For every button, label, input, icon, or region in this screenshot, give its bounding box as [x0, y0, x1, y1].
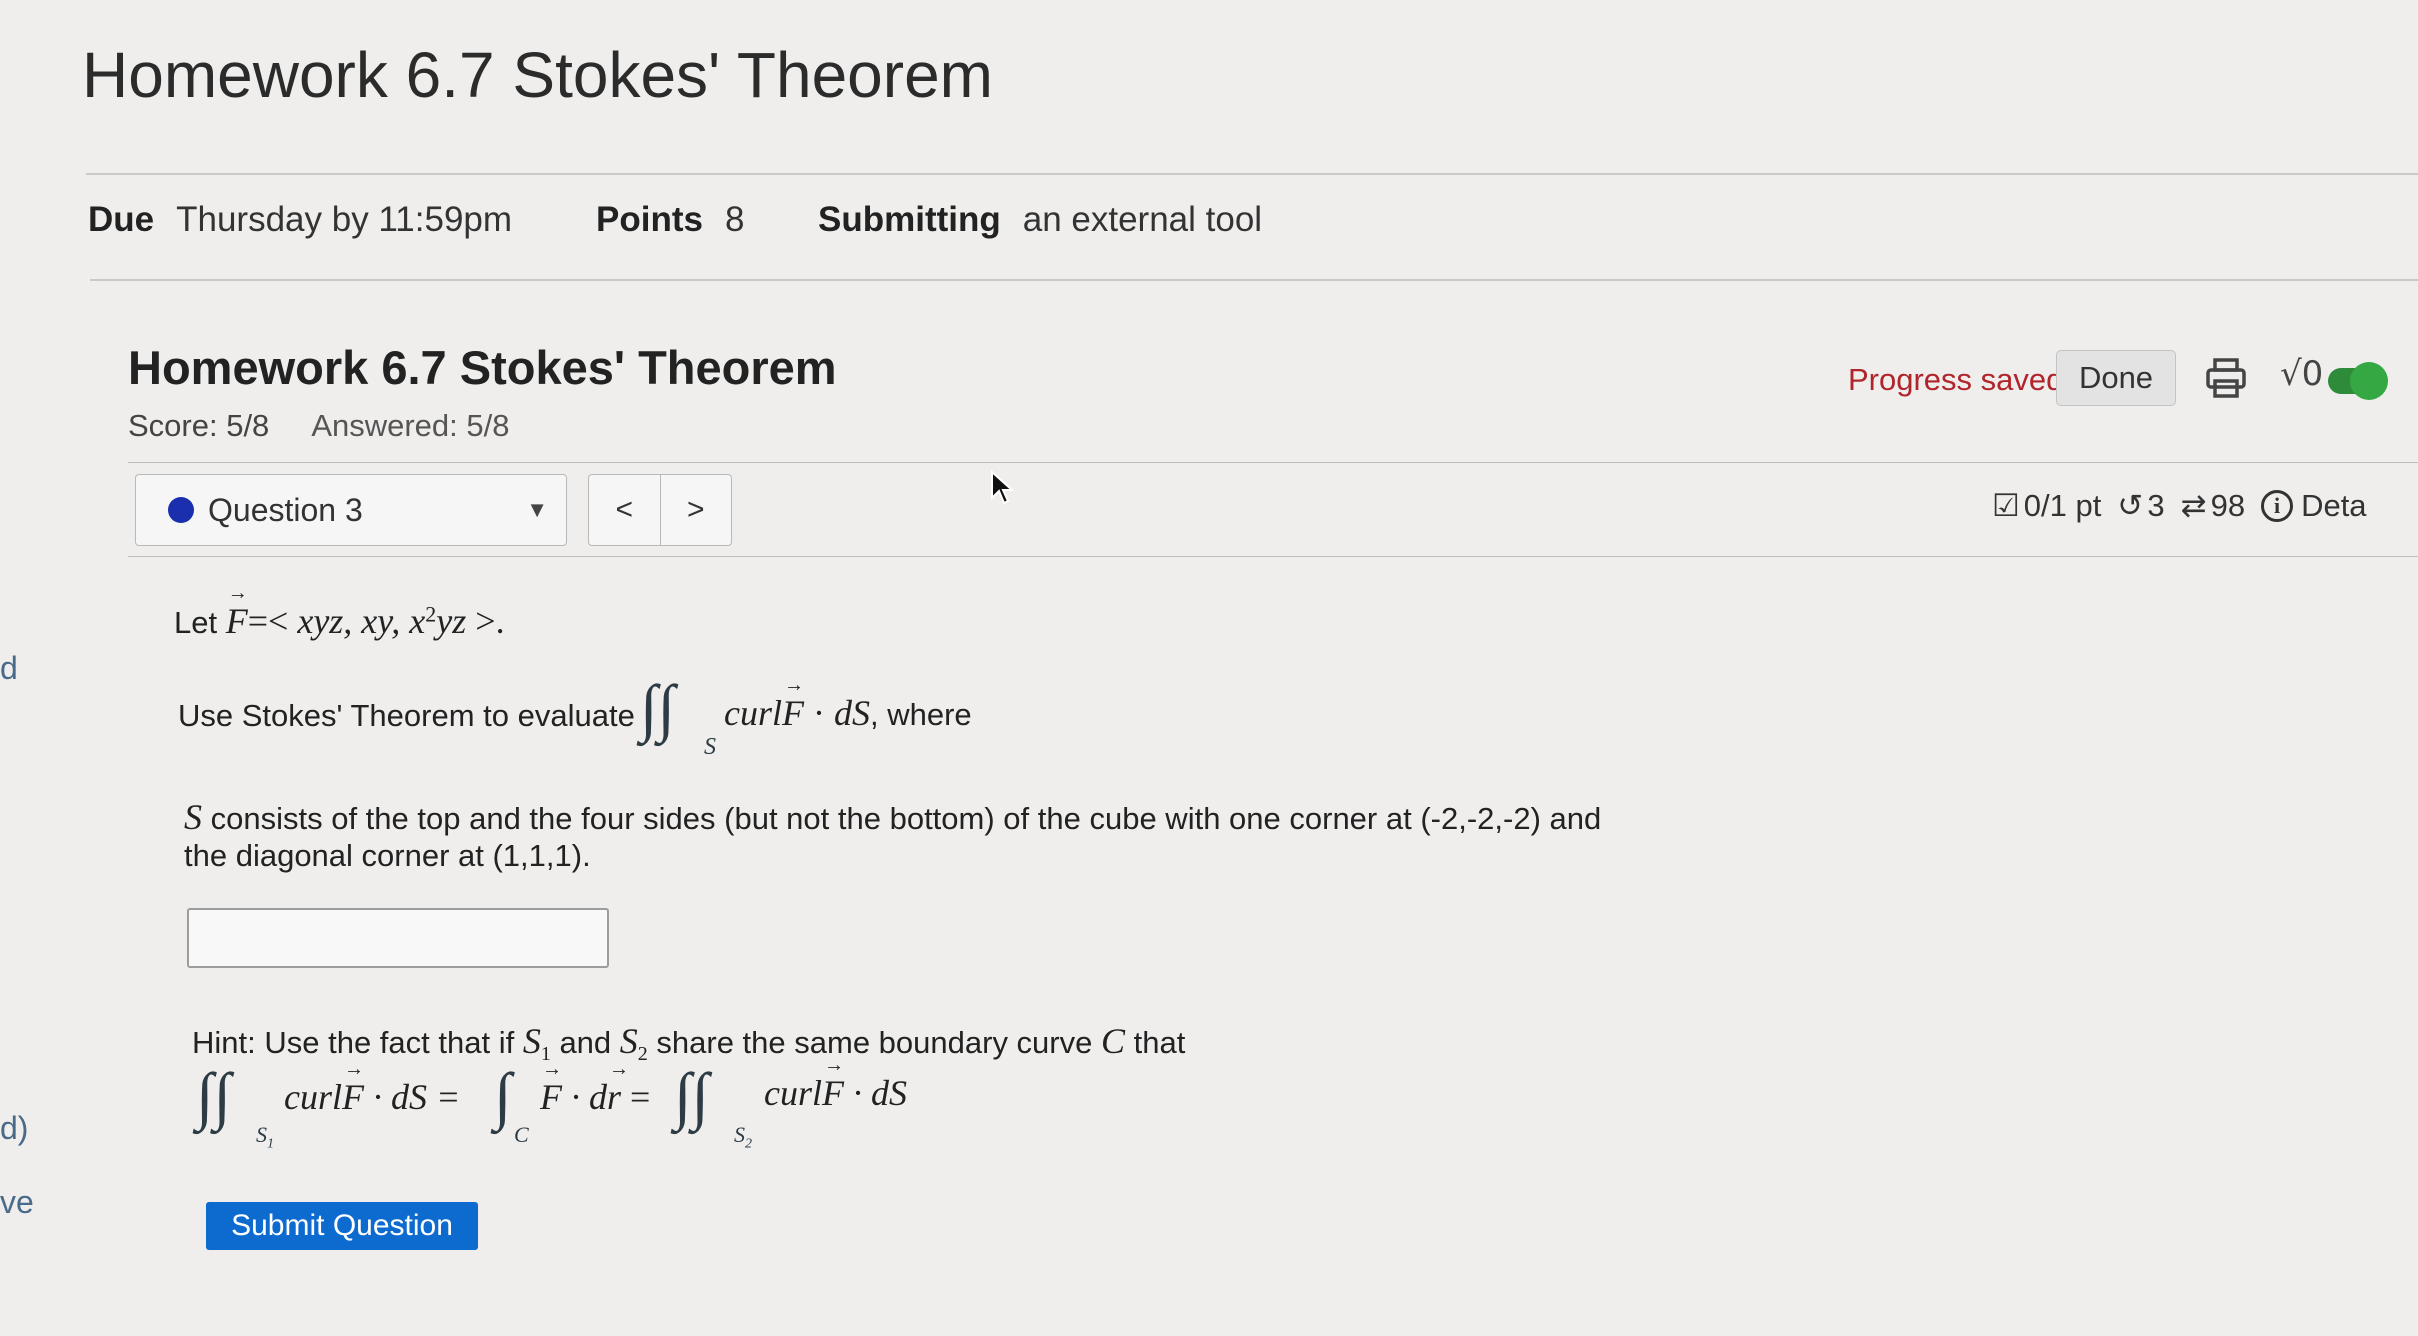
hint-S2: S	[619, 1021, 638, 1061]
eq-equals: =	[621, 1077, 651, 1117]
dot-operator: ·	[804, 693, 834, 733]
field-tail: yz	[436, 601, 467, 641]
points-info: Points 8	[596, 200, 744, 240]
vector-r: r	[607, 1058, 629, 1118]
score-row: Score: 5/8 Answered: 5/8	[128, 408, 509, 444]
submitting-value: an external tool	[1022, 200, 1263, 239]
next-question-button[interactable]: >	[659, 475, 732, 545]
score-text: Score: 5/8	[128, 408, 270, 443]
hint-and: and	[550, 1025, 620, 1060]
eq-sub-C: C	[514, 1122, 529, 1147]
question-divider	[128, 556, 2418, 557]
field-exponent: 2	[425, 601, 437, 627]
retries-count: 3	[2147, 488, 2165, 523]
meta-divider	[90, 279, 2418, 281]
points-label: Points	[596, 200, 703, 239]
double-integral-sign: ∫∫	[640, 672, 676, 743]
vector-F: F	[226, 582, 248, 642]
field-expression: xyz, xy, x	[297, 601, 426, 641]
checkbox-score-icon: ☑	[1992, 488, 2020, 524]
where-text: , where	[870, 697, 972, 732]
details-link[interactable]: Deta	[2301, 488, 2366, 524]
hint-text-1: Use the fact that if	[255, 1025, 523, 1060]
double-integral-sign: ∫∫	[674, 1060, 710, 1131]
hint-label: Hint:	[192, 1025, 256, 1060]
integrand: curlF · dS, where	[724, 674, 972, 734]
hint-sub-2: 2	[637, 1043, 648, 1066]
info-icon[interactable]: i	[2261, 490, 2294, 522]
vector-F: F	[782, 674, 804, 734]
eq-dS-2: · dS	[844, 1073, 907, 1113]
field-suffix: >.	[466, 601, 505, 641]
hint-S1: S	[522, 1021, 541, 1061]
caret-down-icon: ▼	[526, 497, 548, 522]
answered-text: Answered: 5/8	[311, 408, 510, 443]
use-stokes-text: Use Stokes' Theorem to evaluate	[178, 698, 635, 733]
mouse-cursor-icon	[990, 469, 1015, 506]
submitting-label: Submitting	[818, 200, 1001, 239]
question-select[interactable]: Question 3 ▼	[135, 474, 567, 546]
let-text: Let	[174, 605, 218, 640]
hint-text-2: share the same boundary curve	[647, 1025, 1101, 1060]
vector-F: F	[342, 1058, 364, 1118]
eq-dS-1: · dS =	[364, 1077, 461, 1117]
eq-sub-S1: S1	[256, 1122, 274, 1152]
due-label: Due	[88, 200, 155, 239]
surface-desc-line1: consists of the top and the four sides (…	[202, 801, 1602, 836]
dS-text: dS	[834, 693, 870, 733]
surface-S: S	[184, 797, 202, 837]
eq-part-3: curlF · dS	[764, 1054, 907, 1114]
curl-text: curl	[724, 693, 782, 733]
eq-sub-S2: S2	[734, 1122, 752, 1152]
surface-desc-line2: the diagonal corner at (1,1,1).	[184, 838, 591, 873]
eq-part-1: curlF · dS =	[284, 1058, 461, 1118]
sidebar-fragment[interactable]: d)	[0, 1110, 28, 1147]
eq-part-2: F · dr =	[540, 1058, 651, 1118]
assignment-divider	[128, 462, 2418, 463]
eq-curl-1: curl	[284, 1077, 342, 1117]
toggle-knob	[2350, 362, 2388, 400]
integral-subscript-S: S	[704, 734, 716, 760]
surface-description: S consists of the top and the four sides…	[184, 796, 1601, 838]
question-stats: ☑ 0/1 pt ↺ 3 ⇄ 98 i Deta	[1992, 488, 2367, 524]
vector-F: F	[822, 1054, 844, 1114]
hint-that: that	[1125, 1025, 1186, 1060]
math-display-toggle[interactable]	[2328, 362, 2388, 400]
printer-icon[interactable]	[2204, 356, 2248, 400]
points-value: 8	[724, 200, 745, 239]
math-entry-icon[interactable]: √0	[2280, 354, 2323, 394]
versions-icon: ⇄	[2180, 488, 2207, 524]
sidebar-fragment[interactable]: d	[0, 650, 18, 687]
assignment-title: Homework 6.7 Stokes' Theorem	[128, 341, 837, 394]
progress-saved-status: Progress saved	[1848, 362, 2064, 397]
field-prefix: =<	[247, 601, 298, 641]
line-integral-sign: ∫	[494, 1060, 512, 1131]
due-value: Thursday by 11:59pm	[176, 200, 513, 239]
points-score: 0/1 pt	[2023, 488, 2102, 523]
done-button[interactable]: Done	[2056, 350, 2176, 406]
sidebar-fragment[interactable]: ve	[0, 1184, 34, 1221]
hint-C: C	[1100, 1021, 1125, 1061]
header-divider	[86, 173, 2418, 175]
page-title: Homework 6.7 Stokes' Theorem	[82, 39, 993, 111]
retry-icon: ↺	[2117, 488, 2144, 524]
vector-field-statement: Let F=< xyz, xy, x2yz >.	[174, 582, 505, 642]
versions-count: 98	[2210, 488, 2246, 523]
eq-curl-2: curl	[764, 1073, 822, 1113]
previous-question-button[interactable]: <	[589, 475, 660, 545]
question-nav-buttons: < >	[588, 474, 732, 546]
submit-question-button[interactable]: Submit Question	[206, 1202, 478, 1250]
vector-F: F	[540, 1058, 562, 1118]
question-status-dot	[168, 497, 194, 523]
eq-dr: · d	[562, 1077, 607, 1117]
due-info: Due Thursday by 11:59pm	[88, 200, 512, 240]
answer-input[interactable]	[187, 908, 609, 968]
submitting-info: Submitting an external tool	[818, 200, 1262, 240]
double-integral-sign: ∫∫	[196, 1060, 232, 1131]
question-select-label: Question 3	[208, 491, 363, 528]
